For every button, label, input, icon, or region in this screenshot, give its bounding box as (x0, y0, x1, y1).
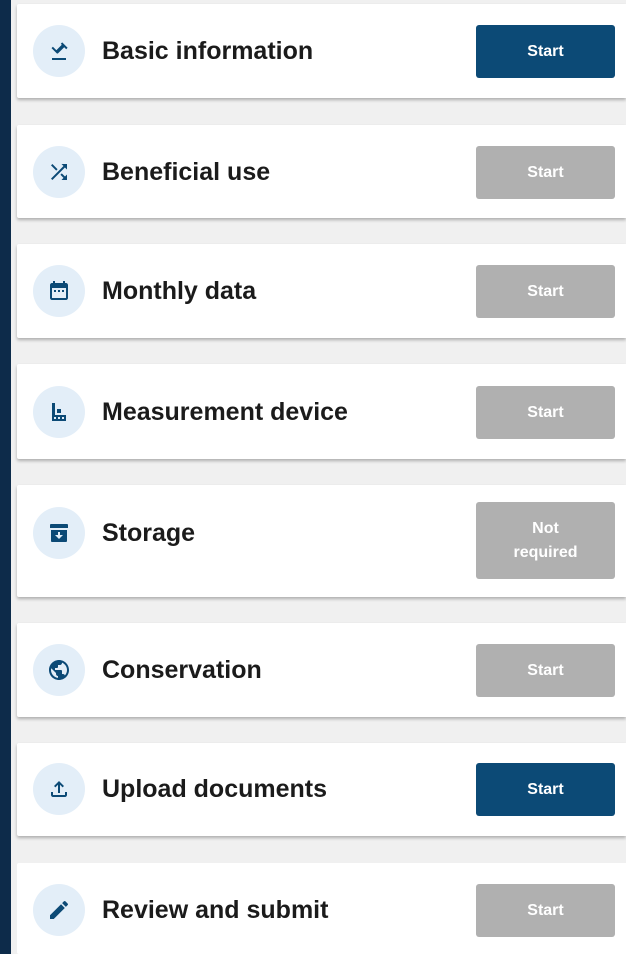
section-icon-badge (33, 507, 85, 559)
start-button[interactable]: Start (476, 884, 615, 937)
meter-icon (47, 400, 71, 424)
section-card-conservation: Conservation Start (17, 623, 626, 717)
section-card-review-and-submit: Review and submit Start (17, 863, 626, 954)
archive-icon (47, 521, 71, 545)
start-button[interactable]: Start (476, 25, 615, 78)
start-button[interactable]: Start (476, 644, 615, 697)
section-icon-badge (33, 25, 85, 77)
section-card-measurement-device: Measurement device Start (17, 364, 626, 459)
section-icon-badge (33, 884, 85, 936)
section-title: Monthly data (102, 277, 257, 305)
globe-icon (47, 658, 71, 682)
sidebar-strip (0, 0, 11, 954)
section-title: Storage (102, 519, 196, 547)
section-card-beneficial-use: Beneficial use Start (17, 125, 626, 218)
section-icon-badge (33, 386, 85, 438)
section-title: Upload documents (102, 775, 328, 803)
section-icon-badge (33, 644, 85, 696)
section-title: Measurement device (102, 398, 348, 426)
upload-icon (47, 777, 71, 801)
section-icon-badge (33, 146, 85, 198)
start-button[interactable]: Start (476, 386, 615, 439)
section-title: Review and submit (102, 896, 329, 924)
start-button[interactable]: Start (476, 763, 615, 816)
section-card-monthly-data: Monthly data Start (17, 244, 626, 338)
section-title: Conservation (102, 656, 262, 684)
start-button[interactable]: Start (476, 265, 615, 318)
pencil-icon (47, 898, 71, 922)
section-card-storage: Storage Not required (17, 485, 626, 597)
section-title: Beneficial use (102, 158, 271, 186)
shuffle-icon (47, 160, 71, 184)
section-card-basic-information: Basic information Start (17, 4, 626, 98)
section-icon-badge (33, 763, 85, 815)
section-card-upload-documents: Upload documents Start (17, 743, 626, 836)
not-required-button[interactable]: Not required (476, 502, 615, 579)
gavel-icon (47, 39, 71, 63)
start-button[interactable]: Start (476, 146, 615, 199)
calendar-icon (47, 279, 71, 303)
section-icon-badge (33, 265, 85, 317)
section-title: Basic information (102, 37, 314, 65)
